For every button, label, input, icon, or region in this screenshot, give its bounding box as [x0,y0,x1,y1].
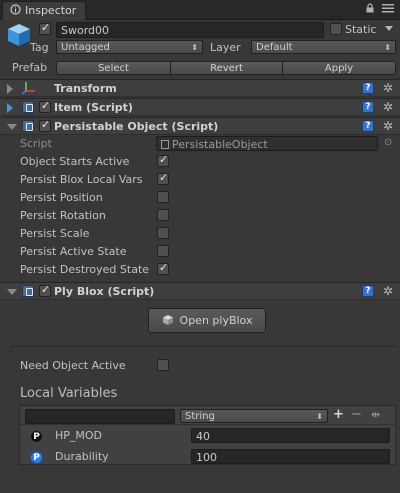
divider [20,424,395,425]
persist-destroyed-state-checkbox[interactable] [157,261,169,275]
static-checkbox[interactable] [330,23,342,35]
new-variable-name-input[interactable] [25,409,175,424]
layer-dropdown-value: Default [256,42,293,53]
remove-variable-icon[interactable]: − [351,407,362,422]
property-label: Persist Active State [20,245,127,258]
plyblox-title: Ply Blox (Script) [54,285,155,298]
foldout-collapsed-icon[interactable] [7,103,13,113]
prefab-revert-button[interactable]: Revert [170,61,283,75]
property-label: Persist Scale [20,227,90,240]
variable-name: Durability [55,450,109,463]
gameobject-cube-icon [6,22,32,48]
script-icon [22,120,34,132]
static-dropdown-arrow-icon[interactable] [385,26,393,31]
property-label: Persist Blox Local Vars [20,173,143,186]
foldout-expanded-icon[interactable] [7,124,17,130]
open-plyblox-label: Open plyBlox [179,314,253,327]
open-plyblox-button[interactable]: Open plyBlox [148,308,266,333]
need-object-active-checkbox[interactable] [157,359,169,371]
persist-blox-local-vars-checkbox[interactable] [157,171,169,185]
layer-label: Layer [210,41,241,54]
tag-label: Tag [30,41,49,54]
persist-active-state-checkbox[interactable] [157,245,169,257]
transform-title: Transform [54,82,117,95]
prefab-apply-button[interactable]: Apply [282,61,396,75]
help-icon[interactable]: ? [362,120,374,132]
inspector-tab[interactable]: Inspector [2,1,86,20]
variable-type-dropdown[interactable]: String ⬍ [180,409,328,423]
script-reference-value: PersistableObject [172,138,268,151]
script-label: Script [20,137,52,150]
help-icon[interactable]: ? [362,82,374,94]
plyblox-cube-icon [162,311,174,334]
variable-value-field[interactable]: 40 [191,428,390,443]
property-label: Object Starts Active [20,155,130,168]
persistable-enabled-checkbox[interactable] [39,118,51,132]
reorder-variable-icon[interactable]: ⇹ [371,408,380,421]
foldout-collapsed-icon[interactable] [7,84,13,94]
persist-badge-icon: P [30,451,43,464]
script-file-icon [161,140,169,149]
persist-scale-checkbox[interactable] [157,227,169,239]
foldout-expanded-icon[interactable] [7,289,17,295]
persist-position-checkbox[interactable] [157,191,169,203]
lock-icon[interactable] [366,3,374,16]
inspector-tab-bar: Inspector [0,0,400,20]
property-label: Persist Position [20,191,103,204]
tag-dropdown-value: Untagged [61,42,110,53]
add-variable-icon[interactable]: + [333,407,344,422]
inspector-tab-label: Inspector [25,4,77,17]
persistable-title: Persistable Object (Script) [54,120,219,133]
tag-dropdown[interactable]: Untagged ⬍ [56,40,203,54]
item-enabled-checkbox[interactable] [39,99,51,113]
gear-icon[interactable]: ✲ [383,284,393,298]
script-icon [22,285,34,297]
script-icon [22,101,34,113]
persist-rotation-checkbox[interactable] [157,209,169,221]
variable-name: HP_MOD [55,429,103,442]
plyblox-enabled-checkbox[interactable] [39,283,51,297]
gameobject-name-field[interactable]: Sword00 [56,22,324,38]
variable-value-field[interactable]: 100 [191,449,390,464]
property-label: Persist Rotation [20,209,106,222]
dropdown-arrows-icon: ⬍ [384,43,391,52]
static-label: Static [345,23,377,36]
object-picker-icon[interactable]: ⊙ [384,137,392,148]
variable-type-value: String [185,411,215,422]
dropdown-arrows-icon: ⬍ [191,43,198,52]
persist-badge-icon: P [30,430,43,443]
item-title: Item (Script) [54,101,133,114]
prefab-select-button[interactable]: Select [56,61,171,75]
script-reference-field: PersistableObject [156,136,378,151]
property-label: Persist Destroyed State [20,263,150,276]
divider [10,346,396,347]
gear-icon[interactable]: ✲ [383,119,393,133]
need-object-active-label: Need Object Active [20,359,126,372]
prefab-label: Prefab [12,61,48,74]
layer-dropdown[interactable]: Default ⬍ [251,40,396,54]
window-menu-icon[interactable] [382,4,394,16]
item-component-header[interactable]: Item (Script) ? ✲ [0,98,400,116]
persistable-component-header[interactable]: Persistable Object (Script) ? ✲ [0,117,400,135]
transform-component-header[interactable]: Transform ? ✲ [0,79,400,97]
inspector-icon [10,4,21,15]
plyblox-component-header[interactable]: Ply Blox (Script) ? ✲ [0,282,400,300]
gear-icon[interactable]: ✲ [383,81,393,95]
object-starts-active-checkbox[interactable] [157,153,169,167]
gameobject-active-checkbox[interactable] [39,21,51,35]
local-variables-heading: Local Variables [20,386,118,401]
help-icon[interactable]: ? [362,101,374,113]
help-icon[interactable]: ? [362,285,374,297]
transform-axis-icon [21,81,36,98]
dropdown-arrows-icon: ⬍ [316,412,323,421]
gear-icon[interactable]: ✲ [383,100,393,114]
